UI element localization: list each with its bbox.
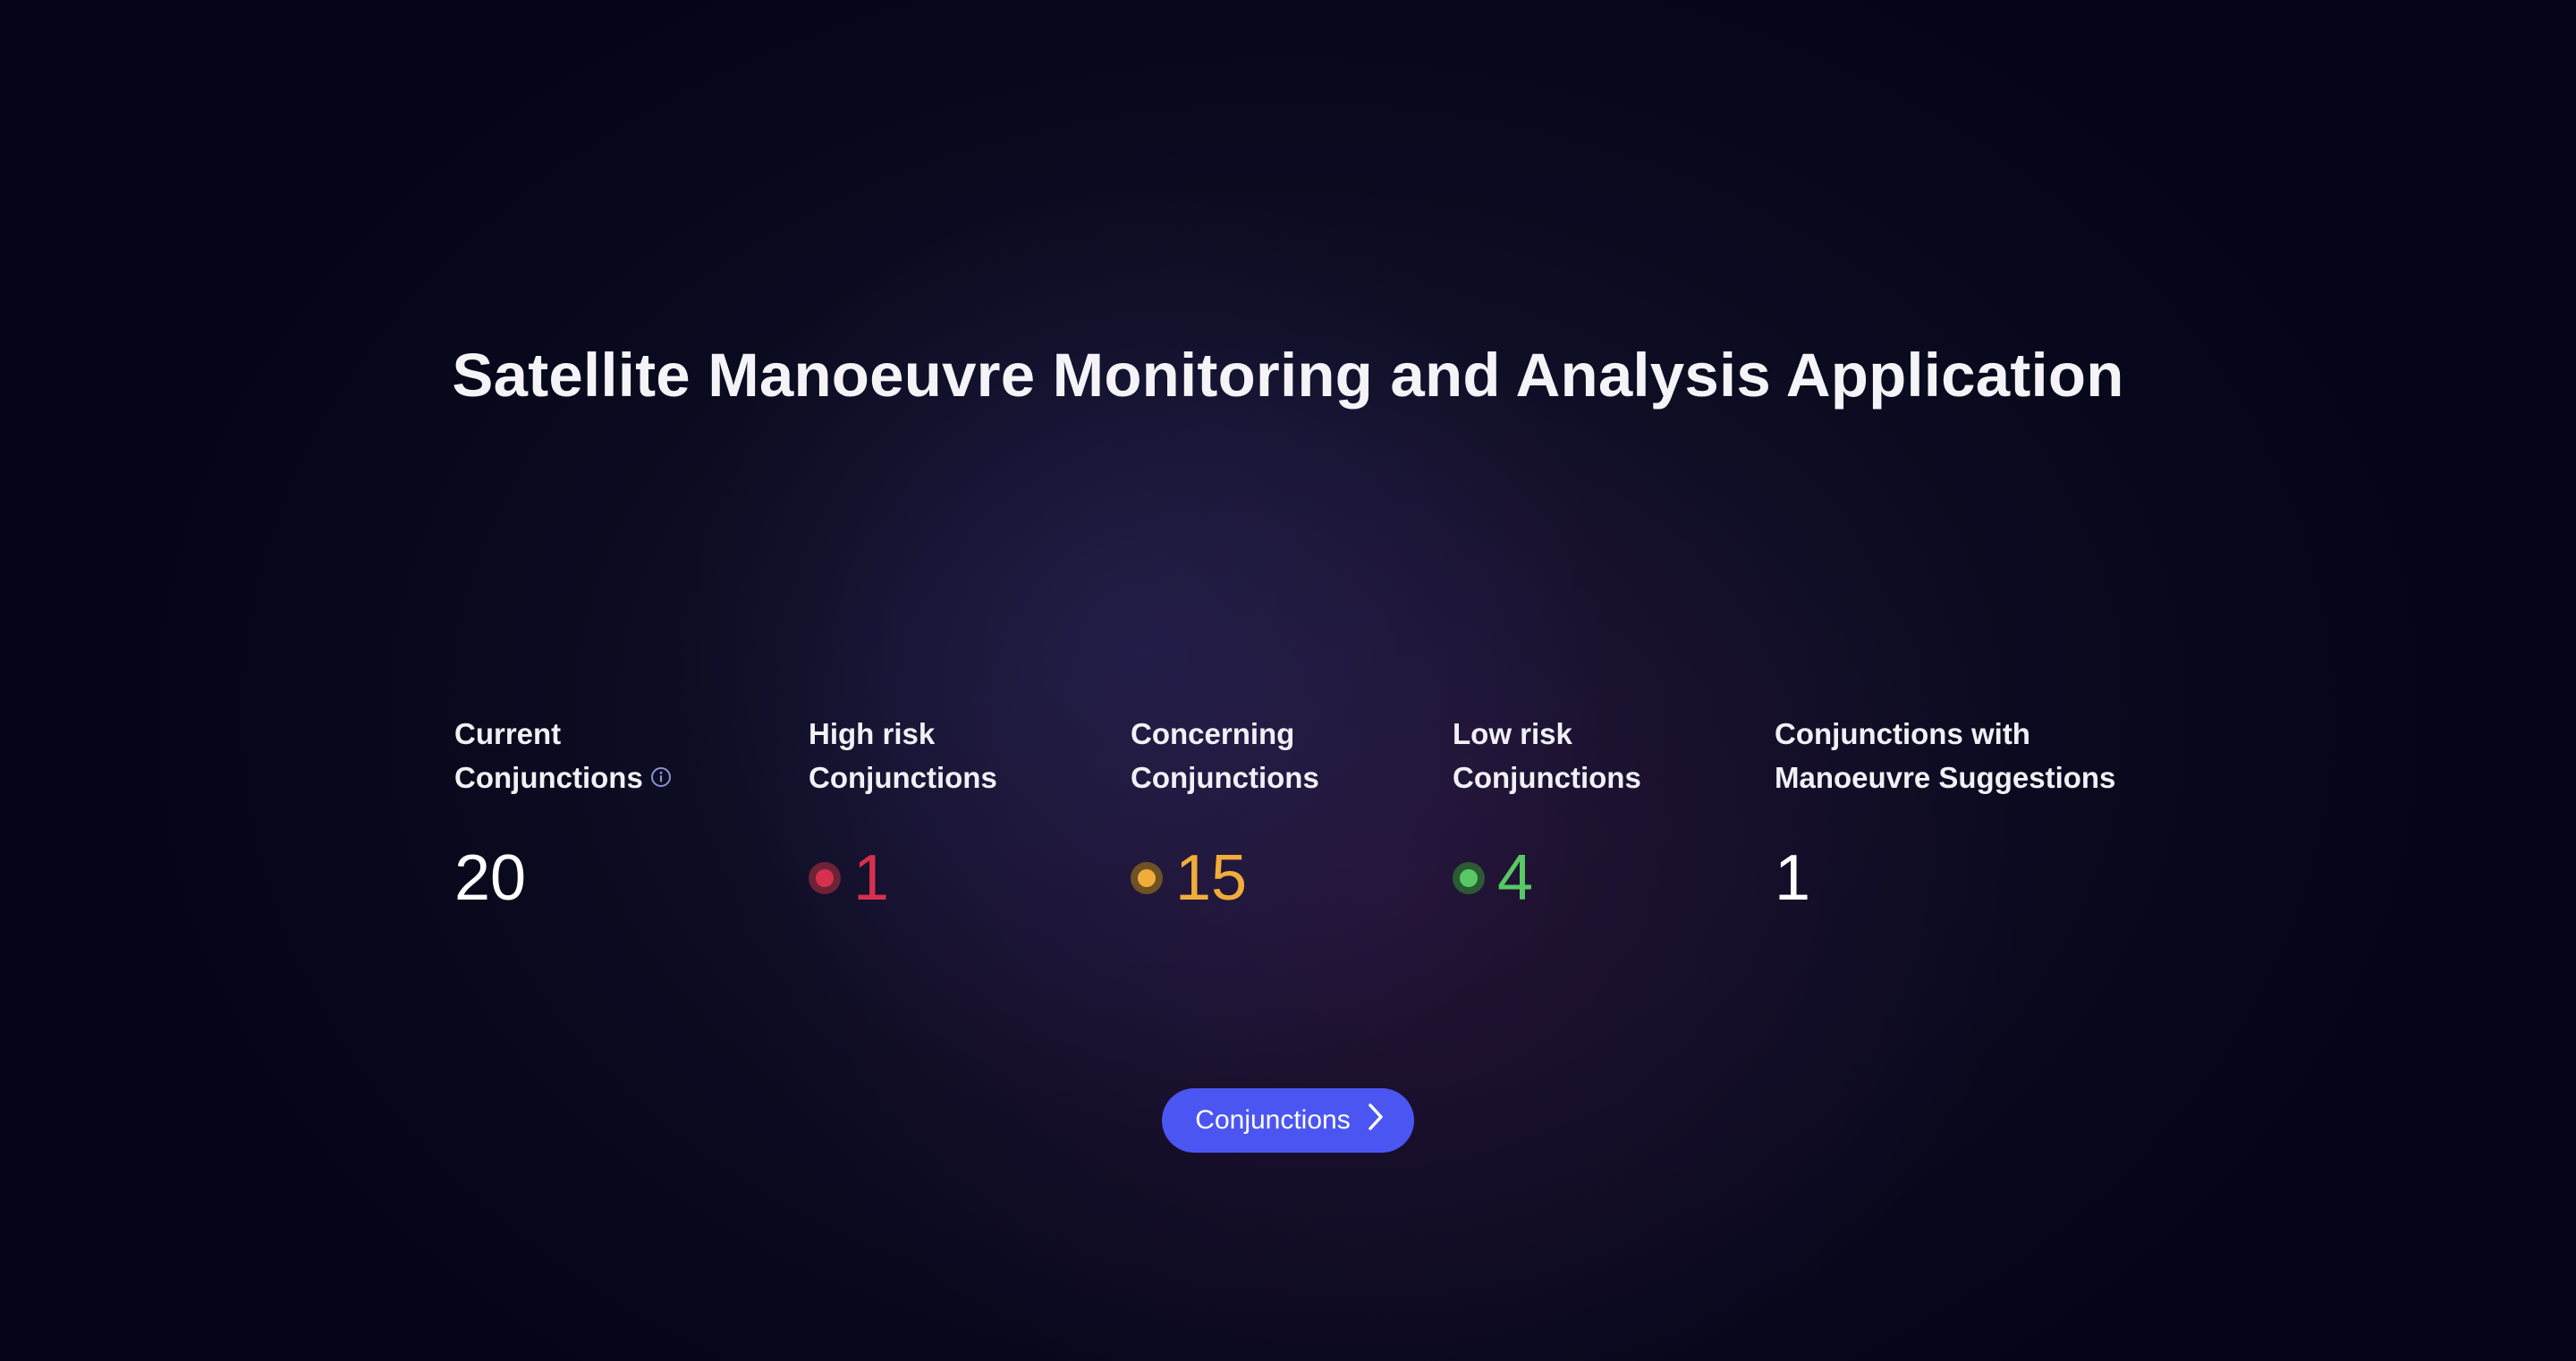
amber-dot-icon (1131, 862, 1163, 894)
stat-label-line2: Conjunctions (809, 761, 997, 794)
stat-value-high-risk: 1 (853, 842, 890, 914)
stat-value-manoeuvre-suggestions: 1 (1775, 842, 1811, 914)
stat-value-current: 20 (454, 842, 527, 914)
chevron-right-icon (1367, 1103, 1385, 1138)
red-dot-icon (809, 862, 841, 894)
stat-concerning: Concerning Conjunctions 15 (1131, 712, 1319, 910)
stat-label-line2: Conjunctions (1131, 761, 1319, 794)
stat-label-line2: Conjunctions (454, 761, 643, 794)
stat-value-low-risk: 4 (1497, 842, 1534, 914)
stat-label-line2: Conjunctions (1453, 761, 1641, 794)
stat-manoeuvre-suggestions: Conjunctions with Manoeuvre Suggestions … (1775, 712, 2115, 910)
stat-current-conjunctions: Current Conjunctions 20 (454, 712, 672, 910)
stat-value-row: 15 (1131, 846, 1247, 910)
conjunctions-button-label: Conjunctions (1195, 1105, 1351, 1135)
stat-label-line1: Concerning (1131, 717, 1295, 750)
info-icon[interactable] (650, 756, 672, 799)
stat-label-line1: Conjunctions with (1775, 717, 2030, 750)
conjunctions-button[interactable]: Conjunctions (1162, 1088, 1414, 1153)
stat-value-row: 20 (454, 846, 526, 910)
stat-label-line1: Current (454, 717, 562, 750)
stat-label: Low risk Conjunctions (1453, 712, 1641, 799)
stat-label: Current Conjunctions (454, 712, 672, 799)
stat-label: Concerning Conjunctions (1131, 712, 1319, 799)
stat-value-row: 1 (809, 846, 889, 910)
stat-high-risk: High risk Conjunctions 1 (809, 712, 997, 910)
stat-label-line1: High risk (809, 717, 936, 750)
stat-label: Conjunctions with Manoeuvre Suggestions (1775, 712, 2115, 799)
page-title: Satellite Manoeuvre Monitoring and Analy… (452, 341, 2124, 410)
stat-value-concerning: 15 (1175, 842, 1248, 914)
stat-low-risk: Low risk Conjunctions 4 (1453, 712, 1641, 910)
stat-value-row: 4 (1453, 846, 1533, 910)
green-dot-icon (1453, 862, 1485, 894)
stat-label-line2: Manoeuvre Suggestions (1775, 761, 2116, 794)
conjunction-stats: Current Conjunctions 20 High risk Conjun… (454, 712, 2154, 944)
stat-label: High risk Conjunctions (809, 712, 997, 799)
stat-value-row: 1 (1775, 846, 1810, 910)
stat-label-line1: Low risk (1453, 717, 1572, 750)
